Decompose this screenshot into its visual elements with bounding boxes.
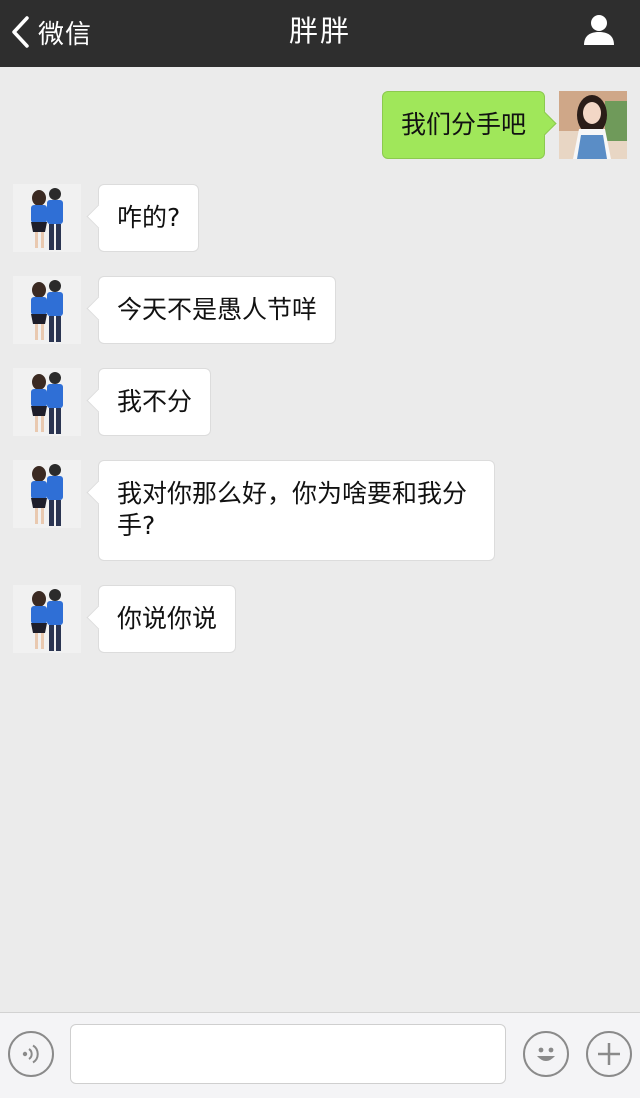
person-icon [584, 15, 614, 45]
message-text: 你说你说 [117, 604, 218, 633]
message-bubble[interactable]: 今天不是愚人节咩 [98, 276, 337, 344]
contact-avatar[interactable] [13, 460, 81, 528]
input-bar [0, 1012, 640, 1098]
message-bubble[interactable]: 我对你那么好，你为啥要和我分手? [98, 460, 495, 561]
message-text: 我们分手吧 [400, 110, 526, 139]
message-bubble[interactable]: 咋的? [98, 184, 200, 252]
emoji-icon [537, 1047, 555, 1061]
message-text: 今天不是愚人节咩 [117, 295, 318, 324]
nav-bar: 微信 胖胖 [0, 0, 640, 67]
plus-icon [598, 1043, 620, 1065]
my-avatar[interactable] [559, 91, 627, 159]
contact-avatar[interactable] [13, 368, 81, 436]
message-text: 咋的? [117, 203, 181, 232]
chat-title: 胖胖 [288, 14, 351, 48]
contact-avatar[interactable] [13, 585, 81, 653]
contact-avatar[interactable] [13, 276, 81, 344]
message-bubble[interactable]: 你说你说 [98, 585, 237, 653]
message-text: 我不分 [117, 387, 193, 416]
profile-button[interactable] [582, 13, 616, 47]
message-bubble[interactable]: 我们分手吧 [381, 91, 545, 159]
emoji-button[interactable] [523, 1031, 569, 1077]
message-text: 我对你那么好，你为啥要和我分手? [117, 479, 468, 540]
voice-icon [22, 1044, 39, 1064]
message-input[interactable] [70, 1024, 506, 1084]
voice-button[interactable] [8, 1031, 54, 1077]
contact-avatar[interactable] [13, 184, 81, 252]
message-bubble[interactable]: 我不分 [98, 368, 212, 436]
more-button[interactable] [586, 1031, 632, 1077]
chat-area[interactable]: 我们分手吧 咋的? 今天不是愚人节咩 我不分 我对你那么好，你为啥要和我分手? … [0, 67, 640, 1012]
